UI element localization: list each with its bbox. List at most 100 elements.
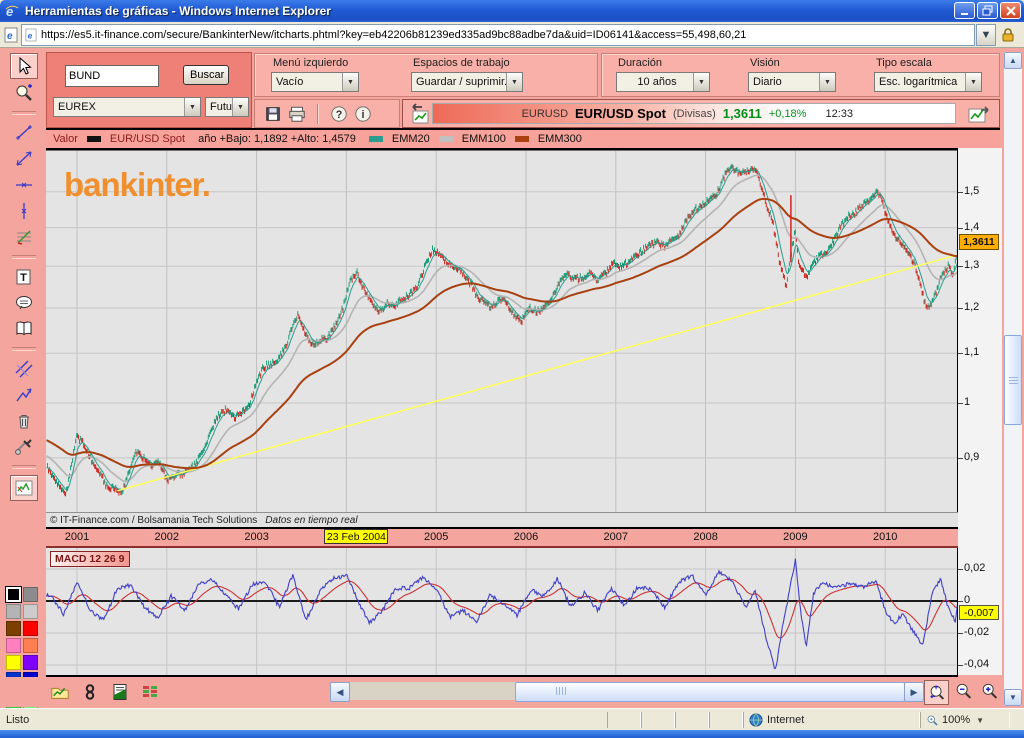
color-swatch[interactable] — [6, 587, 21, 602]
y-axis-label: 0 — [964, 594, 970, 606]
workspace-folder-icon[interactable] — [48, 680, 71, 703]
emm100-swatch — [439, 136, 453, 142]
chevron-down-icon[interactable]: ▼ — [184, 98, 200, 116]
pitchfork-tool[interactable] — [11, 383, 37, 407]
vertical-scrollbar[interactable]: ▲ ▼ — [1004, 52, 1022, 706]
fibonacci-tool[interactable] — [11, 225, 37, 249]
page-zoom-control[interactable]: 100% ▼ — [920, 712, 1010, 728]
svg-text:e: e — [7, 31, 13, 42]
y-axis-label: -0,02 — [964, 626, 989, 638]
open-chart-icon[interactable] — [967, 104, 991, 124]
chevron-down-icon[interactable]: ▼ — [232, 98, 248, 116]
duration-label: Duración — [618, 57, 662, 69]
zoom-tools — [924, 680, 1001, 705]
separator — [317, 104, 319, 124]
back-to-chart-icon[interactable] — [407, 103, 431, 125]
text-tool[interactable]: T — [11, 265, 37, 289]
window-title: Herramientas de gráficas - Windows Inter… — [25, 4, 331, 18]
chevron-down-icon[interactable]: ▼ — [965, 73, 981, 91]
pointer-tool[interactable] — [10, 53, 38, 79]
horizontal-line-tool[interactable] — [11, 173, 37, 197]
taskbar-edge — [0, 730, 1024, 738]
page-icon[interactable] — [108, 680, 131, 703]
color-swatch[interactable] — [23, 604, 38, 619]
zoom-in-icon[interactable] — [978, 680, 1001, 703]
scroll-left-button[interactable]: ◀ — [330, 682, 350, 702]
vertical-line-tool[interactable] — [11, 199, 37, 223]
search-input[interactable] — [65, 65, 159, 87]
restore-button[interactable] — [977, 2, 998, 19]
file-icon-row: ? i — [254, 99, 400, 128]
scroll-up-button[interactable]: ▲ — [1004, 52, 1022, 69]
x-axis-year-label: 2005 — [424, 531, 448, 543]
link-icon[interactable] — [78, 680, 101, 703]
status-bar: Listo Internet 100% ▼ — [0, 708, 1024, 731]
macd-chart[interactable] — [46, 548, 958, 675]
quote-field[interactable]: EURUSD EUR/USD Spot (Divisas) 1,3611 +0,… — [432, 103, 956, 124]
color-swatch[interactable] — [23, 587, 38, 602]
chevron-down-icon[interactable]: ▼ — [693, 73, 709, 91]
y-axis-label: 1 — [964, 396, 970, 408]
zoom-out-icon[interactable] — [952, 680, 975, 703]
delete-tool[interactable] — [11, 409, 37, 433]
color-swatch[interactable] — [6, 621, 21, 636]
svg-text:?: ? — [336, 109, 343, 121]
workspaces-select[interactable]: Guardar / suprimir...▼ — [411, 72, 523, 92]
color-swatch[interactable] — [23, 638, 38, 653]
vertical-scrollbar-thumb[interactable] — [1004, 335, 1022, 425]
vision-select[interactable]: Diario▼ — [748, 72, 836, 92]
scroll-right-button[interactable]: ▶ — [904, 682, 924, 702]
instrument-select[interactable]: Futuro▼ — [205, 97, 249, 117]
macd-value-tag: -0,007 — [959, 605, 999, 620]
comment-tool[interactable] — [11, 291, 37, 315]
help-icon[interactable]: ? — [327, 103, 351, 125]
x-axis-year-label: 2007 — [604, 531, 628, 543]
zoom-dropdown-caret[interactable]: ▼ — [976, 716, 984, 725]
scroll-down-button[interactable]: ▼ — [1004, 689, 1022, 706]
search-panel: Buscar EUREX▼ Futuro▼ — [46, 52, 252, 128]
svg-text:T: T — [20, 272, 27, 284]
address-dropdown-button[interactable]: ▼ — [976, 24, 996, 46]
pan-zoom-icon[interactable] — [924, 680, 949, 705]
save-icon[interactable] — [261, 103, 285, 125]
chevron-down-icon[interactable]: ▼ — [506, 73, 522, 91]
print-icon[interactable] — [285, 103, 309, 125]
menu-left-select[interactable]: Vacío▼ — [271, 72, 359, 92]
toolbar-separator — [12, 111, 36, 115]
zoom-level: 100% — [942, 714, 970, 726]
scale-type-select[interactable]: Esc. logarítmica▼ — [874, 72, 982, 92]
color-swatch[interactable] — [23, 621, 38, 636]
chevron-down-icon[interactable]: ▼ — [342, 73, 358, 91]
color-swatch[interactable] — [6, 604, 21, 619]
exchange-select[interactable]: EUREX▼ — [53, 97, 201, 117]
color-swatch[interactable] — [23, 655, 38, 670]
trendline-tool[interactable] — [11, 147, 37, 171]
copyright-text: © IT-Finance.com / Bolsamania Tech Solut… — [50, 515, 257, 526]
minimize-button[interactable] — [954, 2, 975, 19]
chevron-down-icon[interactable]: ▼ — [819, 73, 835, 91]
settings-tool[interactable] — [11, 435, 37, 459]
chart-style-tool[interactable] — [10, 475, 38, 501]
color-swatch[interactable] — [6, 638, 21, 653]
segment-tool[interactable] — [11, 121, 37, 145]
y-axis-label: -0,04 — [964, 658, 989, 670]
status-text: Listo — [0, 714, 607, 726]
parallel-lines-tool[interactable] — [11, 357, 37, 381]
duration-select[interactable]: 10 años▼ — [616, 72, 710, 92]
macd-label[interactable]: MACD 12 26 9 — [50, 551, 130, 567]
title-bar: e Herramientas de gráficas - Windows Int… — [0, 0, 1024, 22]
browser-window: e Herramientas de gráficas - Windows Int… — [0, 0, 1024, 738]
table-icon[interactable] — [138, 680, 161, 703]
info-icon[interactable]: i — [351, 103, 375, 125]
axis-tick — [958, 353, 963, 354]
bankinter-logo: bankinter. — [64, 166, 210, 204]
search-button[interactable]: Buscar — [183, 65, 229, 85]
book-tool[interactable] — [11, 317, 37, 341]
close-button[interactable] — [1000, 2, 1021, 19]
ssl-padlock-icon — [996, 27, 1020, 43]
zoom-in-chart-tool[interactable] — [11, 81, 37, 105]
color-swatch[interactable] — [6, 655, 21, 670]
horizontal-scrollbar-thumb[interactable] — [515, 682, 905, 702]
vision-label: Visión — [750, 57, 780, 69]
address-input[interactable]: e https://es5.it-finance.com/secure/Bank… — [21, 24, 975, 46]
